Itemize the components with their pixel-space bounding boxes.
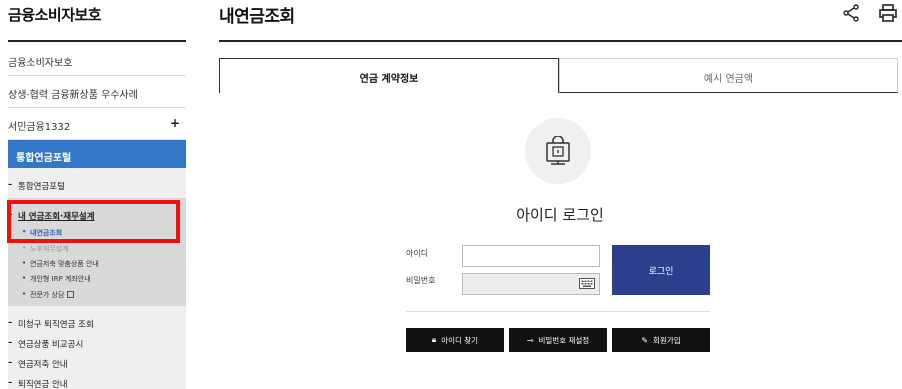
tab-label: 예시 연금액 (703, 74, 754, 85)
id-label: 아이디 (406, 249, 429, 258)
find-id-button[interactable]: 🔒︎ 아이디 찾기 (406, 328, 504, 352)
submenu-subitem-expert-consult[interactable]: • 전문가 상담 (22, 290, 75, 300)
sidebar-item-label: 상생·협력 금융新상품 우수사례 (8, 90, 138, 101)
lock-badge (525, 118, 591, 184)
submenu-item-product-comparison[interactable]: 연금상품 비교공시 (8, 338, 83, 350)
lock-icon: 🔒︎ (431, 335, 437, 344)
sidebar-item-label: 서민금융1332 (8, 122, 71, 133)
button-label: 비밀번호 재설정 (538, 335, 590, 345)
submenu-item-unclaimed-pension[interactable]: 미청구 퇴직연금 조회 (8, 318, 94, 330)
bullet-icon: • (22, 259, 27, 267)
sidebar-item-consumer-protection[interactable]: 금융소비자보호 (8, 44, 186, 76)
sidebar-item-label: 통합연금포털 (16, 153, 72, 164)
login-divider (406, 311, 710, 312)
sidebar-divider (8, 40, 186, 42)
submenu-subitem-irp[interactable]: • 개인형 IRP 계좌안내 (22, 274, 91, 284)
bullet-icon: • (22, 290, 27, 298)
submenu-subitem-label: 연금저축 맞춤상품 안내 (30, 260, 99, 268)
pencil-icon: ✎ (641, 335, 649, 345)
sidebar-item-finance-1332[interactable]: 서민금융1332 + (8, 108, 186, 140)
button-label: 회원가입 (653, 335, 681, 345)
submenu-item-retirement-guide[interactable]: 퇴직연금 안내 (8, 378, 68, 389)
tab-label: 연금 계약정보 (359, 74, 419, 85)
submenu-subitem-label: 내연금조회 (30, 229, 63, 237)
submenu-item-savings-guide[interactable]: 연금저축 안내 (8, 358, 68, 370)
bullet-icon: • (22, 228, 27, 236)
sidebar-item-cooperation-cases[interactable]: 상생·협력 금융新상품 우수사례 (8, 76, 186, 108)
password-label: 비밀번호 (406, 276, 436, 285)
print-icon[interactable] (879, 4, 897, 22)
login-title: 아이디 로그인 (516, 206, 604, 224)
submenu-subitem-retirement-plan[interactable]: • 노후재무설계 (22, 244, 69, 254)
bullet-icon: • (22, 274, 27, 282)
submenu-item-my-pension[interactable]: 내 연금조회·재무설계 (8, 210, 95, 222)
submenu-subitem-pension-inquiry[interactable]: • 내연금조회 (22, 228, 63, 238)
submenu-subitem-label: 개인형 IRP 계좌안내 (30, 275, 91, 283)
submenu-subitem-label: 노후재무설계 (30, 245, 69, 253)
sidebar-item-label: 금융소비자보호 (8, 58, 73, 69)
sign-up-button[interactable]: ✎ 회원가입 (612, 328, 710, 352)
submenu-item-pension-portal[interactable]: 통합연금포털 (8, 180, 65, 192)
sidebar: 금융소비자보호 금융소비자보호 상생·협력 금융新상품 우수사례 서민금융133… (0, 0, 186, 389)
button-label: 아이디 찾기 (441, 335, 479, 345)
tab-example-amount[interactable]: 예시 연금액 (559, 58, 898, 93)
header-divider (219, 40, 902, 42)
page-title: 내연금조회 (219, 7, 295, 27)
lock-screen-icon (546, 136, 570, 165)
plus-icon[interactable]: + (170, 116, 180, 130)
key-icon: ⊸ (526, 335, 534, 345)
sidebar-item-pension-portal[interactable]: 통합연금포털 (8, 140, 186, 168)
sidebar-title: 금융소비자보호 (8, 6, 102, 24)
tab-contract-info[interactable]: 연금 계약정보 (219, 58, 559, 93)
keyboard-icon[interactable] (579, 278, 595, 289)
id-input[interactable] (462, 245, 600, 267)
external-link-icon (67, 291, 75, 298)
submenu-subitem-savings-products[interactable]: • 연금저축 맞춤상품 안내 (22, 259, 99, 269)
login-button[interactable]: 로그인 (612, 245, 710, 295)
reset-password-button[interactable]: ⊸ 비밀번호 재설정 (509, 328, 607, 352)
share-icon[interactable] (842, 4, 860, 22)
bullet-icon: • (22, 244, 27, 252)
submenu-subitem-label: 전문가 상담 (30, 291, 65, 299)
